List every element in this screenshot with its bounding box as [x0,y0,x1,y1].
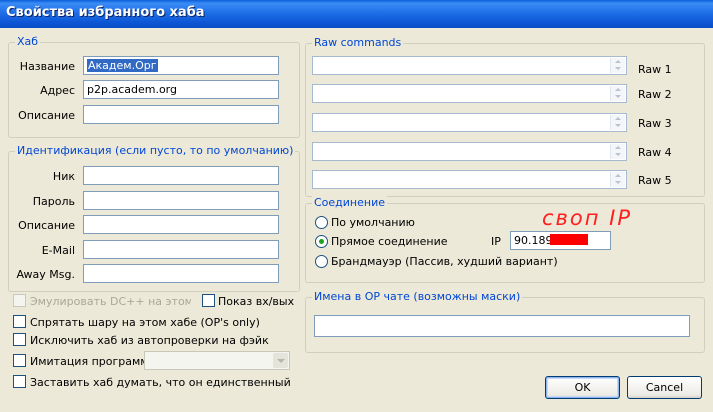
nick-input[interactable] [83,166,279,185]
hub-name-input[interactable]: Академ.Орг [83,56,279,75]
raw-4-label: Raw 4 [638,146,672,159]
email-label: E-Mail [41,244,75,257]
raw-3-spinner[interactable] [610,115,625,130]
title-bar[interactable]: Свойства избранного хаба [0,0,713,28]
connection-direct-radio[interactable] [315,235,328,248]
raw-1-spinner[interactable] [610,58,625,73]
hub-name-value: Академ.Орг [87,59,158,72]
show-joins-checkbox[interactable] [202,294,215,307]
ip-annotation: своп IP [542,206,633,230]
connection-firewall-radio[interactable] [315,255,328,268]
radio-selected-dot [319,239,324,244]
imitation-select[interactable] [144,351,290,370]
hide-share-label: Спрятать шару на этом хабе (OP's only) [30,316,260,329]
imitation-dropdown-button[interactable] [273,353,288,368]
ip-label: IP [491,235,501,248]
cancel-button[interactable]: Cancel [627,376,702,399]
emulate-dc-checkbox[interactable] [13,294,26,307]
connection-default-label: По умолчанию [331,216,415,229]
ok-button[interactable]: OK [545,376,620,399]
hub-name-label: Название [19,60,75,73]
connection-direct-label: Прямое соединение [331,235,448,248]
spin-up-icon [615,60,621,63]
raw-1-input[interactable] [312,56,627,75]
spin-down-icon [615,67,621,70]
spin-down-icon [615,124,621,127]
raw-4-input[interactable] [312,142,627,161]
away-msg-input[interactable] [83,264,279,283]
exclude-check-checkbox[interactable] [13,333,26,346]
ident-description-label: Описание [18,219,75,232]
emulate-dc-label: Эмулировать DC++ на этом хабе [30,295,191,308]
raw-commands-legend: Raw commands [312,36,404,49]
connection-default-radio[interactable] [315,216,328,229]
raw-2-input[interactable] [312,84,627,103]
raw-5-label: Raw 5 [638,174,672,187]
spin-up-icon [615,146,621,149]
spin-down-icon [615,153,621,156]
hub-address-input[interactable]: p2p.academ.org [83,80,279,99]
hub-description-input[interactable] [83,105,279,124]
spin-down-icon [615,95,621,98]
raw-3-label: Raw 3 [638,117,672,130]
away-msg-label: Away Msg. [16,268,75,281]
op-chat-input[interactable] [314,315,690,337]
password-label: Пароль [32,195,75,208]
hide-share-checkbox[interactable] [13,315,26,328]
spin-up-icon [615,88,621,91]
raw-3-input[interactable] [312,113,627,132]
show-joins-label: Показ вх/вых [218,295,295,308]
spin-up-icon [615,117,621,120]
nick-label: Ник [52,170,75,183]
chevron-down-icon [277,359,285,363]
raw-4-spinner[interactable] [610,144,625,159]
connection-legend: Соединение [312,196,388,209]
identification-legend: Идентификация (если пусто, то по умолчан… [15,144,296,157]
hub-address-label: Адрес [40,84,75,97]
exclude-check-label: Исключить хаб из автопроверки на фэйк [30,334,269,347]
raw-2-spinner[interactable] [610,86,625,101]
raw-1-label: Raw 1 [638,63,672,76]
dialog-window: Свойства избранного хаба Хаб Название Ак… [0,0,713,412]
hub-description-label: Описание [18,109,75,122]
window-title: Свойства избранного хаба [6,5,205,20]
password-input[interactable] [83,191,279,210]
imitation-label: Имитация программы [30,355,158,368]
connection-firewall-label: Брандмауэр (Пассив, худший вариант) [331,255,558,268]
exclusive-label: Заставить хаб думать, что он единственны… [30,376,291,389]
hub-legend: Хаб [15,35,41,48]
imitation-checkbox[interactable] [13,354,26,367]
ident-description-input[interactable] [83,215,279,234]
spin-down-icon [615,181,621,184]
email-input[interactable] [83,240,279,259]
raw-2-label: Raw 2 [638,88,672,101]
ip-redaction-mark [550,234,588,245]
exclusive-checkbox[interactable] [13,375,26,388]
spin-up-icon [615,174,621,177]
raw-5-spinner[interactable] [610,172,625,187]
op-chat-legend: Имена в OP чате (возможны маски) [312,290,523,303]
raw-5-input[interactable] [312,170,627,189]
